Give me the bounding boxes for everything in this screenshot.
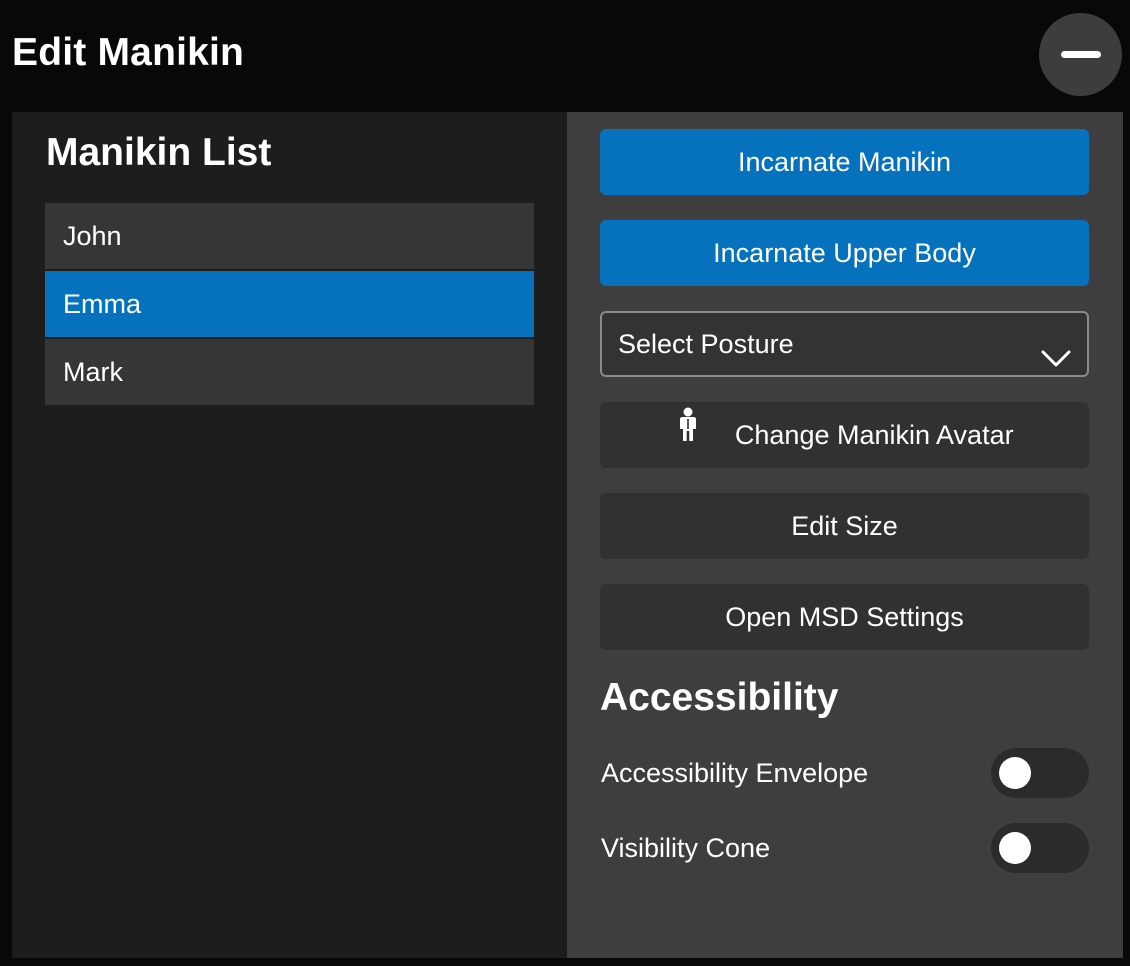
change-manikin-avatar-label: Change Manikin Avatar	[734, 420, 1014, 450]
change-manikin-avatar-button[interactable]: Change Manikin Avatar	[600, 402, 1089, 468]
window-title: Edit Manikin	[12, 31, 245, 74]
accessibility-envelope-label: Accessibility Envelope	[601, 758, 869, 788]
accessibility-envelope-row: Accessibility Envelope	[600, 748, 1089, 798]
minus-icon	[1061, 51, 1101, 58]
manikin-list: John Emma Mark	[45, 203, 534, 407]
incarnate-manikin-button[interactable]: Incarnate Manikin	[600, 129, 1089, 195]
incarnate-upper-body-button[interactable]: Incarnate Upper Body	[600, 220, 1089, 286]
manikin-list-panel: Manikin List John Emma Mark	[12, 112, 567, 958]
visibility-cone-toggle[interactable]	[991, 823, 1089, 873]
manikin-list-item-emma[interactable]: Emma	[45, 271, 534, 337]
person-icon	[675, 401, 701, 467]
accessibility-title: Accessibility	[600, 676, 839, 719]
open-msd-settings-button[interactable]: Open MSD Settings	[600, 584, 1089, 650]
edit-size-button[interactable]: Edit Size	[600, 493, 1089, 559]
visibility-cone-row: Visibility Cone	[600, 823, 1089, 873]
minimize-button[interactable]	[1039, 13, 1122, 96]
posture-select-value: Select Posture	[618, 329, 794, 359]
manikin-list-title: Manikin List	[46, 131, 272, 174]
toggle-knob	[999, 832, 1031, 864]
accessibility-envelope-toggle[interactable]	[991, 748, 1089, 798]
chevron-down-icon	[1041, 331, 1071, 393]
manikin-list-item-mark[interactable]: Mark	[45, 339, 534, 405]
toggle-knob	[999, 757, 1031, 789]
posture-select[interactable]: Select Posture	[600, 311, 1089, 377]
manikin-actions-panel: Incarnate Manikin Incarnate Upper Body S…	[567, 112, 1123, 958]
visibility-cone-label: Visibility Cone	[601, 833, 771, 863]
manikin-list-item-john[interactable]: John	[45, 203, 534, 269]
